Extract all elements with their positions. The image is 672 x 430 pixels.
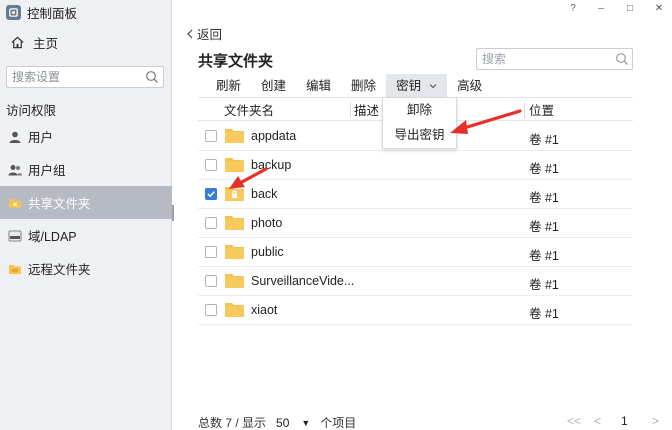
help-button[interactable]: ? <box>566 2 580 16</box>
folder-search-input[interactable] <box>482 52 607 66</box>
back-button[interactable]: 返回 <box>186 24 222 43</box>
sidebar-item-remote-folders[interactable]: 远程文件夹 <box>0 252 172 285</box>
column-header-location[interactable]: 位置 <box>529 100 554 119</box>
folder-name: photo <box>251 216 283 230</box>
back-label: 返回 <box>197 28 223 42</box>
table-footer: 总数 7 / 显示 50 ▼ 个项目 <box>198 414 356 430</box>
column-header-description[interactable]: 描述 <box>354 100 379 119</box>
folder-name: SurveillanceVide... <box>251 274 355 288</box>
items-label: 个项目 <box>320 416 357 430</box>
annotation-arrow <box>450 109 522 134</box>
page-size-dropdown[interactable]: ▼ <box>301 418 310 428</box>
column-header-name[interactable]: 文件夹名 <box>224 100 274 119</box>
table-row[interactable]: SurveillanceVide... 卷 #1 <box>198 267 633 296</box>
sidebar-item-users[interactable]: 用户 <box>0 120 172 153</box>
folder-location: 卷 #1 <box>529 249 559 263</box>
home-label: 主页 <box>33 36 59 51</box>
sidebar-item-groups[interactable]: 用户组 <box>0 153 172 186</box>
sidebar-item-label: 共享文件夹 <box>28 197 91 211</box>
folder-location: 卷 #1 <box>529 220 559 234</box>
search-icon[interactable] <box>145 70 159 84</box>
column-divider[interactable] <box>350 102 351 118</box>
key-menu-label: 密钥 <box>396 78 422 93</box>
sidebar-item-ldap[interactable]: 域/LDAP <box>0 219 172 252</box>
app-title: 控制面板 <box>6 3 77 21</box>
folder-location: 卷 #1 <box>529 191 559 205</box>
advanced-button[interactable]: 高级 <box>447 74 492 98</box>
row-checkbox[interactable] <box>205 217 217 229</box>
row-checkbox[interactable] <box>205 304 217 316</box>
group-icon <box>8 163 22 177</box>
search-icon[interactable] <box>615 52 629 66</box>
sidebar-resize-handle[interactable] <box>172 205 174 221</box>
maximize-button[interactable]: □ <box>623 2 637 16</box>
minimize-button[interactable]: ‒ <box>594 2 608 16</box>
table-row[interactable]: public 卷 #1 <box>198 238 633 267</box>
sidebar-item-label: 远程文件夹 <box>28 263 91 277</box>
remote-folder-icon <box>8 262 22 276</box>
close-button[interactable]: ✕ <box>652 2 666 16</box>
create-button[interactable]: 创建 <box>251 74 296 98</box>
home-icon <box>11 36 24 48</box>
table-row[interactable]: photo 卷 #1 <box>198 209 633 238</box>
folder-icon <box>225 303 244 317</box>
sidebar-item-shared-folders[interactable]: 共享文件夹 <box>0 186 172 219</box>
app-title-text: 控制面板 <box>27 6 78 21</box>
folder-icon <box>225 274 244 288</box>
column-divider[interactable] <box>524 102 525 118</box>
first-page-button[interactable]: << <box>567 414 581 428</box>
folder-icon <box>225 216 244 230</box>
folder-search[interactable] <box>476 48 633 70</box>
sidebar-item-label: 域/LDAP <box>28 230 77 244</box>
folder-location: 卷 #1 <box>529 133 559 147</box>
total-count-text: 总数 7 / 显示 <box>198 416 267 430</box>
row-checkbox[interactable] <box>205 188 217 200</box>
sidebar: 控制面板 主页 访问权限 用户 用户组 共享文件夹 <box>0 0 172 430</box>
sidebar-nav: 用户 用户组 共享文件夹 域/LDAP 远程文件夹 <box>0 120 172 285</box>
shared-folder-icon <box>8 196 22 210</box>
checkmark-icon <box>207 191 215 198</box>
page-size-value[interactable]: 50 <box>276 416 289 430</box>
folder-location: 卷 #1 <box>529 162 559 176</box>
current-page[interactable]: 1 <box>621 414 628 428</box>
row-checkbox[interactable] <box>205 275 217 287</box>
page-title: 共享文件夹 <box>198 53 274 70</box>
settings-search[interactable] <box>6 66 164 88</box>
row-checkbox[interactable] <box>205 246 217 258</box>
annotation-arrow <box>229 167 268 189</box>
ldap-icon <box>8 229 22 243</box>
folder-location: 卷 #1 <box>529 278 559 292</box>
refresh-button[interactable]: 刷新 <box>198 74 251 98</box>
next-page-button[interactable]: > <box>652 414 659 428</box>
table-row[interactable]: xiaot 卷 #1 <box>198 296 633 325</box>
control-panel-icon <box>6 4 21 20</box>
chevron-left-icon <box>187 29 193 38</box>
folder-icon <box>225 129 244 143</box>
folder-table: appdata 卷 #1 backup 卷 #1 back 卷 #1 photo… <box>198 122 633 325</box>
sidebar-item-label: 用户 <box>28 131 54 145</box>
edit-button[interactable]: 编辑 <box>296 74 341 98</box>
user-icon <box>8 130 22 144</box>
home-link[interactable]: 主页 <box>10 32 58 52</box>
toolbar: 刷新 创建 编辑 删除 密钥 高级 <box>198 73 633 98</box>
delete-button[interactable]: 删除 <box>341 74 386 98</box>
chevron-down-icon <box>429 83 437 88</box>
access-rights-heading: 访问权限 <box>6 104 57 118</box>
row-checkbox[interactable] <box>205 130 217 142</box>
folder-icon <box>225 245 244 259</box>
prev-page-button[interactable]: < <box>594 414 601 428</box>
folder-location: 卷 #1 <box>529 307 559 321</box>
folder-name: appdata <box>251 129 297 143</box>
row-checkbox[interactable] <box>205 159 217 171</box>
sidebar-item-label: 用户组 <box>28 164 66 178</box>
key-menu-button[interactable]: 密钥 <box>386 73 448 98</box>
settings-search-input[interactable] <box>12 70 142 84</box>
folder-name: public <box>251 245 284 259</box>
folder-name: xiaot <box>251 303 278 317</box>
